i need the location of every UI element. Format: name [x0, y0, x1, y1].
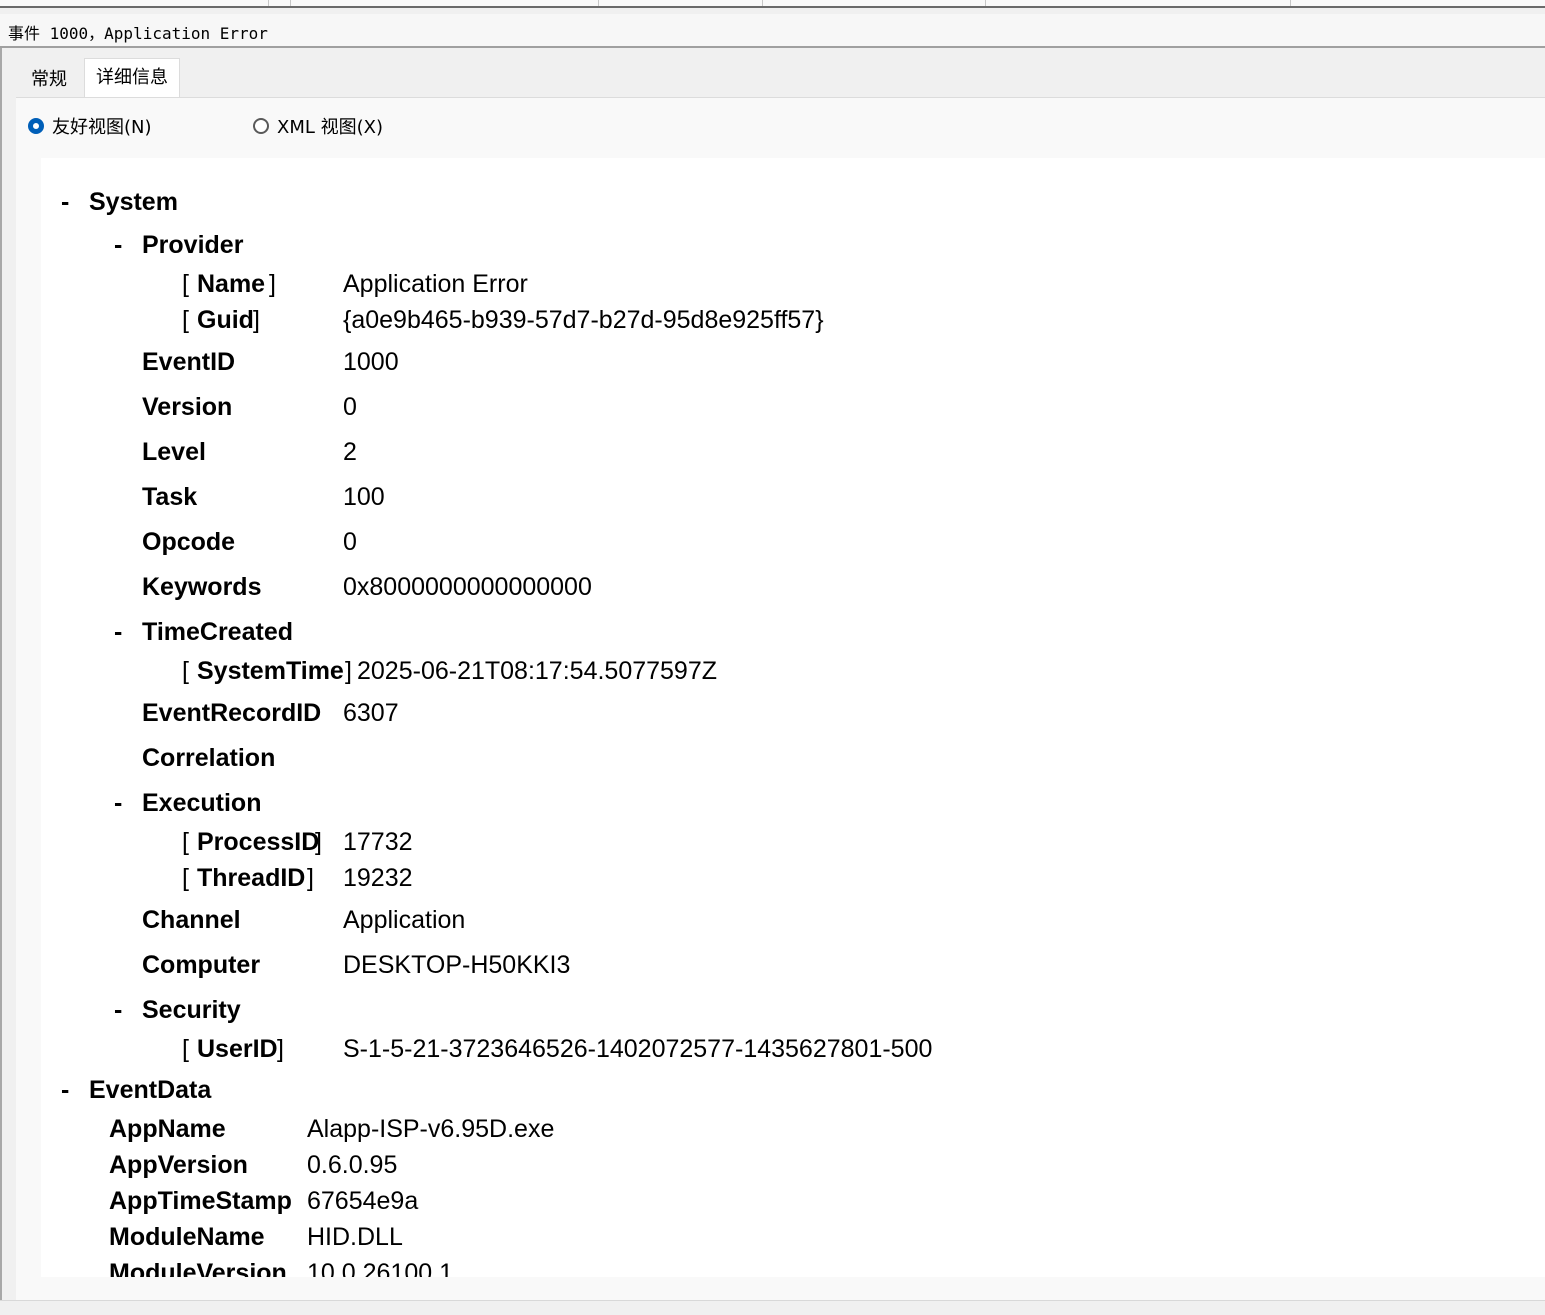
bracket-open: [	[182, 306, 189, 334]
field-value: 0	[343, 393, 357, 421]
field-label: Correlation	[142, 744, 276, 772]
column-divider	[598, 0, 599, 6]
column-divider	[268, 0, 269, 6]
bracket-open: [	[182, 657, 189, 685]
attr-value: Application Error	[343, 270, 528, 298]
data-value: 10.0.26100.1	[307, 1259, 453, 1277]
bracket-open: [	[182, 864, 189, 892]
field-value: 100	[343, 483, 385, 511]
bottom-border	[0, 1300, 1545, 1315]
node-label: Execution	[142, 789, 262, 817]
top-strip	[0, 0, 1545, 8]
node-label: EventData	[89, 1076, 212, 1104]
data-label: AppVersion	[109, 1151, 248, 1179]
field-value: 2	[343, 438, 357, 466]
column-divider	[762, 0, 763, 6]
node-label: TimeCreated	[142, 618, 293, 646]
column-divider	[290, 0, 291, 6]
data-label: ModuleVersion	[109, 1259, 287, 1277]
attr-key: Guid	[197, 306, 254, 334]
data-value: 0.6.0.95	[307, 1151, 398, 1179]
friendly-view-radio[interactable]	[28, 118, 44, 134]
collapse-toggle[interactable]: -	[114, 785, 122, 821]
bracket-close: ]	[315, 828, 322, 856]
tab-general[interactable]: 常规	[16, 62, 82, 96]
field-value: DESKTOP-H50KKI3	[343, 951, 571, 979]
bracket-close: ]	[269, 270, 276, 298]
data-label: AppName	[109, 1115, 226, 1143]
xml-view-radio[interactable]	[253, 118, 269, 134]
field-label: Channel	[142, 906, 241, 934]
attr-key: UserID	[197, 1035, 278, 1063]
event-title: 事件 1000，Application Error	[8, 24, 268, 43]
bracket-close: ]	[345, 657, 352, 685]
collapse-toggle[interactable]: -	[61, 1072, 69, 1108]
bracket-close: ]	[277, 1035, 284, 1063]
field-value: Application	[343, 906, 466, 934]
attr-key: ProcessID	[197, 828, 320, 856]
field-label: Level	[142, 438, 206, 466]
field-value: 1000	[343, 348, 399, 376]
node-label: Security	[142, 996, 241, 1024]
data-label: ModuleName	[109, 1223, 265, 1251]
attr-value: S-1-5-21-3723646526-1402072577-143562780…	[343, 1035, 933, 1063]
data-value: Alapp-ISP-v6.95D.exe	[307, 1115, 555, 1143]
field-value: 0	[343, 528, 357, 556]
column-divider	[985, 0, 986, 6]
attr-value: {a0e9b465-b939-57d7-b27d-95d8e925ff57}	[343, 306, 824, 334]
column-divider	[1290, 0, 1291, 6]
friendly-view-option[interactable]: 友好视图(N)	[28, 112, 152, 140]
collapse-toggle[interactable]: -	[114, 227, 122, 263]
data-label: AppTimeStamp	[109, 1187, 292, 1215]
xml-view-label: XML 视图(X)	[277, 117, 383, 138]
attr-value: 2025-06-21T08:17:54.5077597Z	[357, 657, 718, 685]
bracket-close: ]	[253, 306, 260, 334]
bracket-open: [	[182, 1035, 189, 1063]
field-label: Computer	[142, 951, 261, 979]
attr-key: ThreadID	[197, 864, 306, 892]
collapse-toggle[interactable]: -	[61, 184, 69, 220]
field-label: Task	[142, 483, 198, 511]
collapse-toggle[interactable]: -	[114, 992, 122, 1028]
data-value: 67654e9a	[307, 1187, 419, 1215]
field-label: Keywords	[142, 573, 262, 601]
data-value: HID.DLL	[307, 1223, 403, 1251]
field-value: 6307	[343, 699, 399, 727]
attr-key: SystemTime	[197, 657, 344, 685]
friendly-view-label: 友好视图(N)	[52, 117, 152, 138]
node-label: Provider	[142, 231, 244, 259]
left-border	[0, 48, 2, 1314]
bracket-open: [	[182, 828, 189, 856]
bracket-open: [	[182, 270, 189, 298]
collapse-toggle[interactable]: -	[114, 614, 122, 650]
event-details-tree: - System - Provider [ Name ] Application…	[41, 158, 1545, 1277]
node-label: System	[89, 188, 178, 216]
field-label: Opcode	[142, 528, 236, 556]
field-value: 0x8000000000000000	[343, 573, 592, 601]
attr-value: 19232	[343, 864, 413, 892]
tab-details[interactable]: 详细信息	[84, 58, 180, 98]
field-label: EventID	[142, 348, 236, 376]
bracket-close: ]	[307, 864, 314, 892]
field-label: Version	[142, 393, 233, 421]
attr-value: 17732	[343, 828, 413, 856]
xml-view-option[interactable]: XML 视图(X)	[253, 112, 383, 140]
event-title-bar: 事件 1000，Application Error	[0, 14, 1545, 48]
attr-key: Name	[197, 270, 266, 298]
field-label: EventRecordID	[142, 699, 322, 727]
